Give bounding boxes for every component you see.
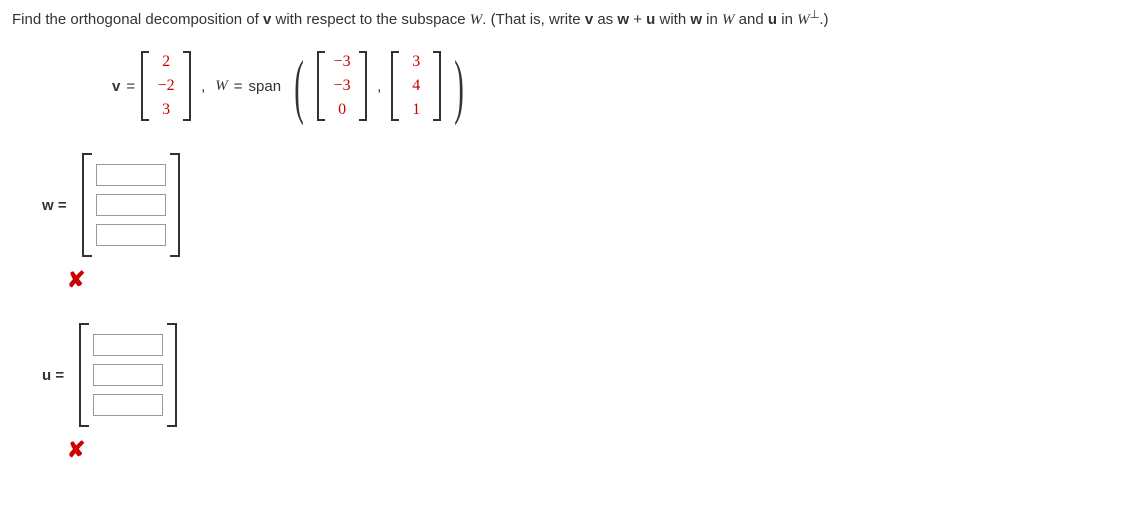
q-text-end: .): [819, 11, 828, 28]
q-w: w: [617, 11, 629, 28]
basis-vector-2: 3 4 1: [391, 49, 441, 123]
eq-equals-1: =: [126, 78, 135, 95]
b2-entry-0: 3: [407, 53, 425, 71]
w-input-0[interactable]: [96, 164, 166, 186]
eq-span: span: [249, 78, 282, 95]
v-entry-2: 3: [157, 101, 175, 119]
eq-comma-1: ,: [201, 78, 205, 95]
q-perp: ⊥: [810, 9, 820, 21]
w-label: w =: [42, 197, 67, 214]
q-W: W: [470, 12, 483, 28]
basis-vector-1: −3 −3 0: [317, 49, 367, 123]
answer-u-row: u =: [42, 323, 1134, 427]
equation-display: v = 2 −2 3 , W = span ( −3 −3 0 , 3 4 1 …: [112, 49, 1134, 123]
w-input-1[interactable]: [96, 194, 166, 216]
b2-entry-2: 1: [407, 101, 425, 119]
u-input-0[interactable]: [93, 334, 163, 356]
eq-v-label: v: [112, 78, 120, 95]
q-text-8: in: [777, 11, 797, 28]
incorrect-icon-u: ✘: [67, 437, 1134, 463]
q-text-5: with: [655, 11, 690, 28]
answer-u-vector: [79, 323, 177, 427]
incorrect-icon-w: ✘: [67, 267, 1134, 293]
eq-equals-2: =: [234, 78, 243, 95]
q-text-3: . (That is, write: [482, 11, 585, 28]
answer-w-vector: [82, 153, 180, 257]
vector-v: 2 −2 3: [141, 49, 191, 123]
q-u2: u: [768, 11, 777, 28]
v-entry-0: 2: [157, 53, 175, 71]
b1-entry-2: 0: [333, 101, 351, 119]
b1-entry-1: −3: [333, 77, 351, 95]
q-text-1: Find the orthogonal decomposition of: [12, 11, 263, 28]
paren-right: ): [454, 56, 464, 116]
q-W2: W: [722, 12, 735, 28]
paren-left: (: [294, 56, 304, 116]
answer-w-row: w =: [42, 153, 1134, 257]
q-plus: +: [629, 11, 646, 28]
q-text-2: with respect to the subspace: [271, 11, 469, 28]
q-v2: v: [585, 11, 593, 28]
q-text-7: and: [735, 11, 768, 28]
u-label: u =: [42, 367, 64, 384]
q-W3: W: [797, 12, 810, 28]
u-input-2[interactable]: [93, 394, 163, 416]
b2-entry-1: 4: [407, 77, 425, 95]
w-input-2[interactable]: [96, 224, 166, 246]
b1-entry-0: −3: [333, 53, 351, 71]
question-text: Find the orthogonal decomposition of v w…: [12, 8, 1134, 29]
eq-comma-2: ,: [377, 78, 381, 95]
q-text-6: in: [702, 11, 722, 28]
q-w2: w: [690, 11, 702, 28]
v-entry-1: −2: [157, 77, 175, 95]
q-text-4: as: [593, 11, 617, 28]
q-u: u: [646, 11, 655, 28]
eq-W-label: W: [215, 78, 228, 95]
u-input-1[interactable]: [93, 364, 163, 386]
